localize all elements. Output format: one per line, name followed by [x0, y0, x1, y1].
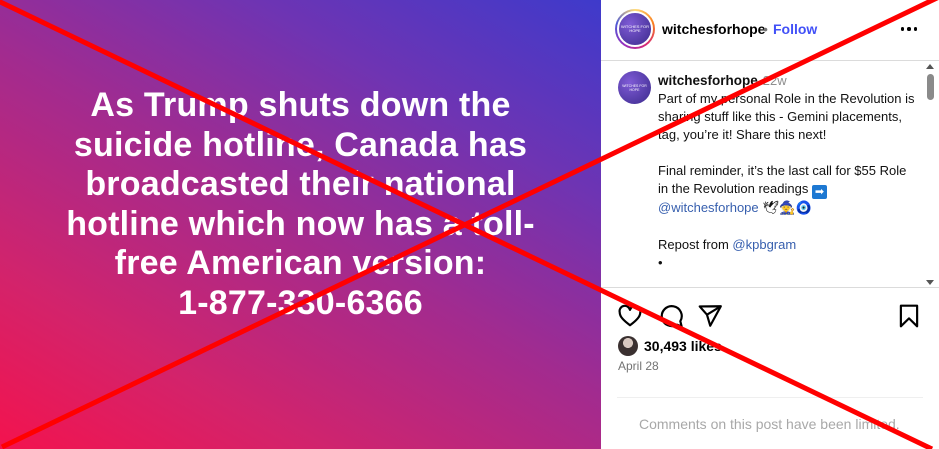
send-icon[interactable]: [697, 303, 723, 329]
follow-button[interactable]: Follow: [773, 21, 817, 37]
caption-avatar[interactable]: WITCHES FOR HOPE: [618, 71, 651, 104]
caption-text: Part of my personal Role in the Revoluti…: [658, 90, 920, 272]
caption-section: WITCHES FOR HOPE witchesforhope 22w Part …: [601, 62, 939, 288]
repost-prefix: Repost from: [658, 237, 733, 252]
likes-count[interactable]: 30,493 likes: [644, 338, 722, 354]
scrollbar-thumb[interactable]: [927, 74, 934, 100]
caption-body: witchesforhope 22w Part of my personal Ro…: [658, 72, 920, 272]
caption-time: 22w: [762, 73, 787, 88]
comments-limited-notice: Comments on this post have been limited.: [639, 416, 900, 432]
author-username[interactable]: witchesforhope: [662, 21, 765, 37]
scroll-up-arrow-icon[interactable]: [926, 64, 934, 69]
caption-username[interactable]: witchesforhope: [658, 73, 758, 88]
post-header: WITCHES FOR HOPE witchesforhope • Follow: [601, 0, 939, 61]
caption-bullet: •: [658, 255, 663, 270]
post-image-text: As Trump shuts down the suicide hotline,…: [66, 86, 535, 322]
caption-text-main: Part of my personal Role in the Revoluti…: [658, 91, 915, 196]
arrow-right-icon: ➡: [811, 185, 827, 199]
post-date[interactable]: April 28: [618, 359, 659, 373]
mention-kpbgram[interactable]: @kpbgram: [732, 237, 796, 252]
caption-emojis: 🕊🧙🧿: [758, 201, 812, 216]
heart-icon[interactable]: [617, 303, 643, 329]
header-separator: •: [763, 21, 768, 37]
author-avatar[interactable]: WITCHES FOR HOPE: [615, 9, 655, 49]
mention-witchesforhope[interactable]: @witchesforhope: [658, 200, 759, 215]
bookmark-icon[interactable]: [896, 303, 922, 329]
more-options-icon[interactable]: [899, 19, 919, 39]
scroll-down-arrow-icon[interactable]: [926, 280, 934, 285]
author-avatar-image: WITCHES FOR HOPE: [617, 11, 653, 47]
post-image: As Trump shuts down the suicide hotline,…: [0, 0, 601, 449]
liker-avatar: [618, 336, 638, 356]
divider: [617, 397, 923, 398]
comment-icon[interactable]: [658, 303, 684, 329]
likes-row[interactable]: 30,493 likes: [618, 336, 722, 356]
post-side-panel: WITCHES FOR HOPE witchesforhope • Follow…: [601, 0, 939, 449]
action-bar: [601, 300, 939, 334]
